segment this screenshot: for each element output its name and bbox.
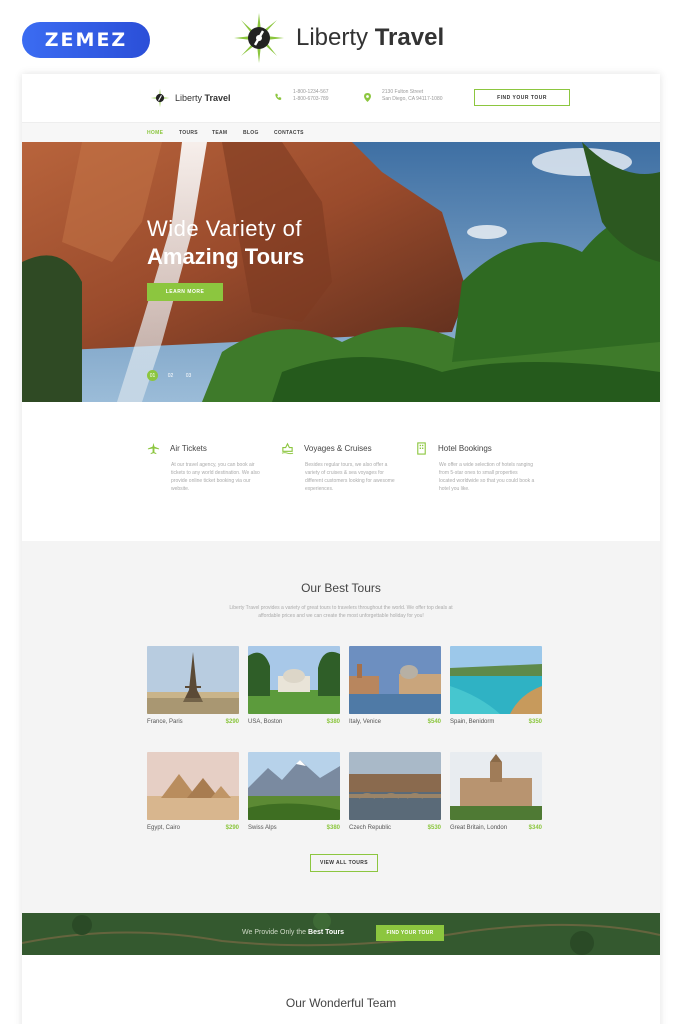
site-logo[interactable]: Liberty Travel <box>150 88 231 108</box>
banner-text-prefix: We Provide Only the <box>242 929 309 936</box>
prague-bridge-image <box>349 752 441 820</box>
tour-price: $340 <box>528 825 542 831</box>
site-logo-text: Liberty Travel <box>175 93 231 103</box>
zemez-logo-text: ZEMEZ <box>44 29 128 51</box>
canyon-waterfall-image <box>22 142 660 402</box>
nav-home[interactable]: HOME <box>147 130 163 136</box>
slide-dot-3[interactable]: 03 <box>183 370 194 381</box>
tour-price: $290 <box>225 825 239 831</box>
hero-title: Wide Variety of Amazing Tours <box>147 216 304 270</box>
service-desc: We offer a wide selection of hotels rang… <box>439 462 535 492</box>
tour-price: $380 <box>326 719 340 725</box>
service-title: Air Tickets <box>170 444 207 453</box>
boston-building-image <box>248 646 340 714</box>
banner-text: We Provide Only the Best Tours <box>242 929 344 936</box>
tour-price: $540 <box>427 719 441 725</box>
phone-numbers: 1-800-1234-567 1-800-6703-789 <box>293 89 329 103</box>
page-preview: Liberty Travel 1-800-1234-567 1-800-6703… <box>22 74 660 1024</box>
phone-line-2: 1-800-6703-789 <box>293 96 329 102</box>
site-header: Liberty Travel 1-800-1234-567 1-800-6703… <box>22 74 660 122</box>
banner-find-tour-button[interactable]: FIND YOUR TOUR <box>376 925 444 941</box>
tour-card-paris[interactable]: France, Paris $290 <box>147 646 239 725</box>
hotel-icon <box>417 442 426 455</box>
brand-header: Liberty Travel <box>232 8 444 68</box>
service-title: Hotel Bookings <box>438 444 492 453</box>
brand-name: Liberty Travel <box>296 24 444 52</box>
cairo-pyramids-image <box>147 752 239 820</box>
slide-dot-2[interactable]: 02 <box>165 370 176 381</box>
template-preview: ZEMEZ Liberty Travel Liberty Travel 1-80… <box>0 0 683 1024</box>
tour-place: Czech Republic <box>349 825 392 831</box>
service-air-tickets: Air Tickets At our travel agency, you ca… <box>147 442 267 493</box>
nav-contacts[interactable]: CONTACTS <box>274 130 304 136</box>
tour-price: $290 <box>225 719 239 725</box>
site-logo-bold: Travel <box>204 93 231 103</box>
nav-blog[interactable]: BLOG <box>243 130 259 136</box>
tour-card-venice[interactable]: Italy, Venice $540 <box>349 646 441 725</box>
tour-place: Italy, Venice <box>349 719 381 725</box>
tour-price: $350 <box>528 719 542 725</box>
cruise-ship-icon <box>281 442 294 455</box>
service-title: Voyages & Cruises <box>304 444 372 453</box>
address-line-1: 2130 Fulton Street <box>382 89 424 95</box>
brand-name-light: Liberty <box>296 24 369 51</box>
hero-title-line-1: Wide Variety of <box>147 216 303 241</box>
tour-place: Great Britain, London <box>450 825 508 831</box>
swiss-alps-image <box>248 752 340 820</box>
compass-logo-icon <box>234 13 284 63</box>
tour-card-czech-republic[interactable]: Czech Republic $530 <box>349 752 441 831</box>
tour-place: Swiss Alps <box>248 825 277 831</box>
best-tours-section: Our Best Tours Liberty Travel provides a… <box>22 541 660 913</box>
venice-image <box>349 646 441 714</box>
view-all-tours-button[interactable]: VIEW ALL TOURS <box>310 854 378 872</box>
learn-more-button[interactable]: LEARN MORE <box>147 283 223 301</box>
nav-team[interactable]: TEAM <box>212 130 227 136</box>
tour-price: $530 <box>427 825 441 831</box>
hero-title-line-2: Amazing Tours <box>147 244 305 269</box>
address-line-2: San Diego, CA 94117-1080 <box>382 96 443 102</box>
find-your-tour-button[interactable]: FIND YOUR TOUR <box>474 89 570 106</box>
services-section: Air Tickets At our travel agency, you ca… <box>22 402 660 541</box>
service-hotel-bookings: Hotel Bookings We offer a wide selection… <box>415 442 535 493</box>
address: 2130 Fulton Street San Diego, CA 94117-1… <box>382 89 443 103</box>
london-building-image <box>450 752 542 820</box>
team-title: Our Wonderful Team <box>285 996 397 1010</box>
banner-text-bold: Best Tours <box>308 929 345 936</box>
tour-card-london[interactable]: Great Britain, London $340 <box>450 752 542 831</box>
service-voyages-cruises: Voyages & Cruises Besides regular tours,… <box>281 442 401 493</box>
slide-dot-1[interactable]: 01 <box>147 370 158 381</box>
airplane-icon <box>147 442 160 455</box>
tour-place: Spain, Benidorm <box>450 719 495 725</box>
tour-card-boston[interactable]: USA, Boston $380 <box>248 646 340 725</box>
phone-icon <box>275 93 282 101</box>
zemez-logo[interactable]: ZEMEZ <box>22 22 150 58</box>
tour-card-swiss-alps[interactable]: Swiss Alps $380 <box>248 752 340 831</box>
tour-place: Egypt, Cairo <box>147 825 181 831</box>
service-desc: Besides regular tours, we also offer a v… <box>305 462 395 492</box>
benidorm-beach-image <box>450 646 542 714</box>
tour-card-benidorm[interactable]: Spain, Benidorm $350 <box>450 646 542 725</box>
service-desc: At our travel agency, you can book air t… <box>171 462 260 492</box>
hero-slider: Wide Variety of Amazing Tours LEARN MORE… <box>22 142 660 402</box>
main-nav: HOME TOURS TEAM BLOG CONTACTS <box>22 122 660 142</box>
compass-logo-icon <box>150 88 170 108</box>
tour-price: $380 <box>326 825 340 831</box>
tour-place: USA, Boston <box>248 719 283 725</box>
brand-name-bold: Travel <box>374 24 445 51</box>
tour-card-cairo[interactable]: Egypt, Cairo $290 <box>147 752 239 831</box>
tours-title: Our Best Tours <box>301 581 381 595</box>
tours-desc: Liberty Travel provides a variety of gre… <box>229 605 453 619</box>
nav-tours[interactable]: TOURS <box>179 130 198 136</box>
cta-banner: We Provide Only the Best Tours FIND YOUR… <box>22 913 660 955</box>
tour-place: France, Paris <box>147 719 183 725</box>
paris-eiffel-tower-image <box>147 646 239 714</box>
location-pin-icon <box>364 93 371 102</box>
phone-line-1: 1-800-1234-567 <box>293 89 329 95</box>
site-logo-light: Liberty <box>175 93 203 103</box>
